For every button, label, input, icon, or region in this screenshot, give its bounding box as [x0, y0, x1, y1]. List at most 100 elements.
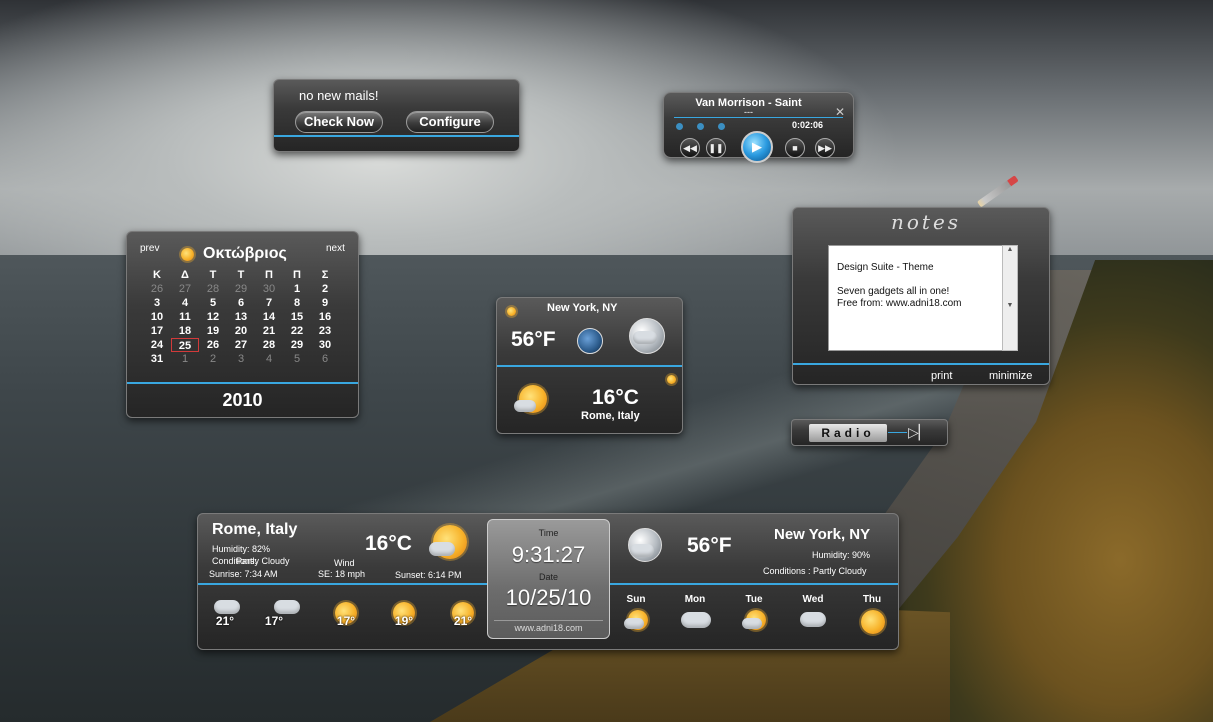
date-label: Date — [538, 572, 558, 582]
right-humidity: Humidity: 90% — [812, 550, 871, 560]
left-humidity: Humidity: 82% — [212, 544, 271, 554]
calendar-day[interactable]: 27 — [171, 282, 199, 296]
sun-icon — [507, 307, 516, 316]
calendar-day[interactable]: 2 — [199, 352, 227, 366]
forecast-day: Wed — [793, 594, 833, 627]
prev-month-link[interactable]: prev — [140, 243, 159, 254]
calendar-day[interactable]: 1 — [171, 352, 199, 366]
calendar-day[interactable]: 5 — [199, 296, 227, 310]
pause-icon[interactable]: ❚❚ — [706, 138, 726, 158]
stop-icon[interactable]: ■ — [785, 138, 805, 158]
clock-url[interactable]: www.adni18.com — [494, 620, 603, 634]
time-label: Time — [538, 528, 559, 538]
left-city-name: Rome, Italy — [212, 521, 298, 538]
sun-icon — [667, 375, 676, 384]
calendar-day[interactable]: 7 — [255, 296, 283, 310]
calendar-day[interactable]: 27 — [227, 338, 255, 352]
calendar-day[interactable]: 21 — [255, 324, 283, 338]
calendar-day[interactable]: 28 — [255, 338, 283, 352]
mail-accent-line — [274, 135, 519, 137]
calendar-day[interactable]: 4 — [255, 352, 283, 366]
calendar-day[interactable]: 23 — [311, 324, 339, 338]
level-led-icon — [676, 123, 683, 130]
globe-icon[interactable] — [577, 328, 603, 354]
calendar-grid: Κ Δ Τ Τ Π Π Σ 26 27 28 29 30 1 2 3 4 5 6 7 8 9 10 11 12 13 14 15 16… — [143, 268, 355, 366]
notes-scrollbar[interactable]: ▲ ▼ — [1002, 245, 1018, 351]
play-icon[interactable]: ▶ — [741, 131, 773, 163]
calendar-day[interactable]: 5 — [283, 352, 311, 366]
calendar-day[interactable]: 13 — [227, 310, 255, 324]
print-link[interactable]: print — [931, 370, 952, 382]
weekday-label: Σ — [321, 269, 329, 281]
clock-panel: Time 9:31:27 Date 10/25/10 www.adni18.co… — [487, 519, 610, 639]
weekday-label: Τ — [209, 269, 217, 281]
calendar-day[interactable]: 30 — [311, 338, 339, 352]
calendar-day[interactable]: 3 — [143, 296, 171, 310]
radio-play-icon[interactable]: ▷▏ — [908, 424, 930, 441]
configure-button[interactable]: Configure — [406, 111, 494, 133]
note-line: Seven gadgets all in one! — [837, 286, 950, 297]
rain-cloud-icon — [274, 600, 300, 614]
calendar-day[interactable]: 26 — [199, 338, 227, 352]
notes-textarea[interactable]: Design Suite - Theme Seven gadgets all i… — [828, 245, 1018, 351]
next-month-link[interactable]: next — [326, 243, 345, 254]
weekday-label: Κ — [153, 269, 161, 281]
calendar-day[interactable]: 18 — [171, 324, 199, 338]
calendar-day[interactable]: 31 — [143, 352, 171, 366]
calendar-day[interactable]: 19 — [199, 324, 227, 338]
calendar-week-row: 3456789 — [143, 296, 355, 310]
weather-bar-gadget: Rome, Italy Humidity: 82% Conditions: Pa… — [197, 513, 899, 650]
left-temp: 16°C — [365, 532, 412, 555]
level-led-icon — [718, 123, 725, 130]
calendar-day[interactable]: 24 — [143, 338, 171, 352]
calendar-day[interactable]: 9 — [311, 296, 339, 310]
calendar-day[interactable]: 1 — [283, 282, 311, 296]
month-title: Οκτώβριος — [203, 245, 287, 262]
forecast-day-label: Tue — [745, 594, 763, 605]
calendar-day[interactable]: 15 — [283, 310, 311, 324]
calendar-day[interactable]: 28 — [199, 282, 227, 296]
forward-icon[interactable]: ▶▶ — [815, 138, 835, 158]
right-temp: 56°F — [687, 534, 732, 557]
minimize-link[interactable]: minimize — [989, 370, 1032, 382]
notes-accent-line — [793, 363, 1049, 365]
calendar-day[interactable]: 4 — [171, 296, 199, 310]
calendar-day[interactable]: 16 — [311, 310, 339, 324]
calendar-day[interactable]: 17 — [143, 324, 171, 338]
calendar-day[interactable]: 30 — [255, 282, 283, 296]
rain-cloud-icon — [214, 600, 240, 614]
calendar-accent-line — [127, 382, 358, 384]
left-conditions-value: Partly Cloudy — [236, 556, 290, 566]
calendar-day[interactable]: 8 — [283, 296, 311, 310]
calendar-day[interactable]: 2 — [311, 282, 339, 296]
year-label: 2010 — [222, 390, 263, 410]
calendar-day[interactable]: 26 — [143, 282, 171, 296]
calendar-week-row: 10 11 12 13 14 15 16 — [143, 310, 355, 324]
check-now-button[interactable]: Check Now — [295, 111, 383, 133]
calendar-day[interactable]: 10 — [143, 310, 171, 324]
calendar-gadget: prev next Οκτώβριος Κ Δ Τ Τ Π Π Σ 26 27 28 29 30 1 2 3… — [126, 231, 359, 418]
calendar-week-row: 26 27 28 29 30 1 2 — [143, 282, 355, 296]
calendar-day[interactable]: 22 — [283, 324, 311, 338]
calendar-day[interactable]: 29 — [227, 282, 255, 296]
calendar-day[interactable]: 12 — [199, 310, 227, 324]
cloud-icon — [429, 542, 455, 556]
forecast-day: Mon — [675, 594, 715, 628]
cloud-icon — [514, 400, 536, 412]
calendar-day[interactable]: 3 — [227, 352, 255, 366]
calendar-day[interactable]: 6 — [311, 352, 339, 366]
calendar-day[interactable]: 11 — [171, 310, 199, 324]
forecast-day-label: Wed — [802, 594, 824, 605]
cloud-icon — [630, 544, 654, 557]
weekday-header-row: ΚΔΤΤΠΠΣ — [143, 268, 355, 282]
rewind-icon[interactable]: ◀◀ — [680, 138, 700, 158]
calendar-day[interactable]: 29 — [283, 338, 311, 352]
calendar-day[interactable]: 6 — [227, 296, 255, 310]
radio-gadget: Radio ▷▏ — [791, 419, 948, 446]
calendar-day[interactable]: 20 — [227, 324, 255, 338]
calendar-day-today[interactable]: 25 — [171, 338, 199, 352]
calendar-day[interactable]: 14 — [255, 310, 283, 324]
radio-accent-line — [888, 432, 907, 433]
calendar-week-row: 24 25 26 27 28 29 30 — [143, 338, 355, 352]
weekday-label: Τ — [237, 269, 245, 281]
